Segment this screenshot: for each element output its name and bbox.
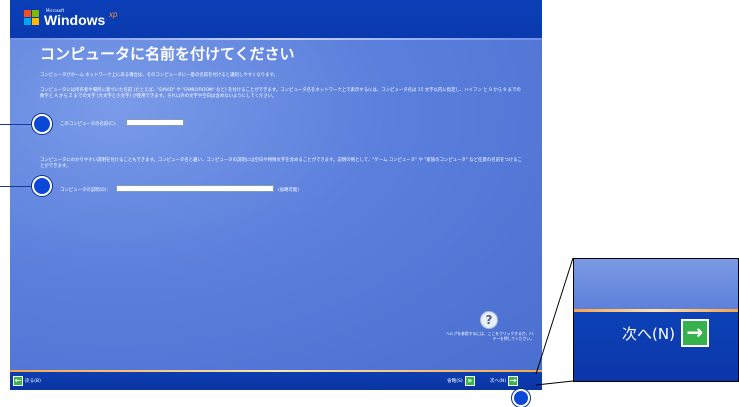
next-arrow-icon: → [508, 376, 519, 386]
description-info-text: コンピュータにわかりやすい説明を付けることもできます。コンピュータ名と違い、コン… [40, 158, 522, 169]
back-label: 戻る(B) [25, 379, 41, 384]
callout-marker-next [512, 389, 530, 407]
xp-label: xp [109, 10, 118, 19]
optional-label: (省略可能) [278, 188, 299, 193]
zoom-next-button[interactable]: 次へ(N) → [622, 319, 709, 347]
computer-description-input[interactable] [116, 185, 274, 192]
naming-rules-text: コンピュータには所有者や場所に基づいた名前 (たとえば、"DAVID" や "F… [40, 88, 521, 99]
zoom-content-area [574, 259, 738, 309]
top-bar: Microsoft Windows xp [10, 0, 542, 40]
zoom-next-arrow-icon: → [680, 319, 709, 347]
computer-name-label: このコンピュータの名前(C): [60, 122, 117, 127]
zoom-next-label: 次へ(N) [622, 324, 675, 343]
help-icon[interactable]: ? [480, 311, 498, 329]
bottom-bar: ← 戻る(B) 省略(S) » 次へ(N) → [10, 370, 542, 390]
zoom-inset: 次へ(N) → [573, 258, 739, 382]
computer-name-input[interactable] [126, 119, 184, 126]
main-content: コンピュータに名前を付けてください コンピュータがホーム ネットワーク上にある場… [10, 40, 542, 370]
skip-button[interactable]: 省略(S) » [447, 376, 475, 386]
callout-marker-name-field [32, 114, 52, 134]
callout-marker-description-field [32, 176, 52, 196]
zoom-divider [574, 309, 738, 312]
callout-line-description [0, 186, 34, 187]
computer-description-label: コンピュータの説明(D): [60, 188, 108, 193]
next-label: 次へ(N) [490, 379, 507, 384]
back-arrow-icon: ← [13, 376, 23, 386]
next-button[interactable]: 次へ(N) → [490, 376, 519, 386]
windows-label: Windows [44, 12, 106, 28]
bottom-divider [10, 370, 542, 372]
skip-label: 省略(S) [447, 379, 463, 384]
intro-text: コンピュータがホーム ネットワーク上にある場合は、そのコンピュータに一意の名前を… [40, 73, 278, 78]
callout-line-name [0, 124, 34, 125]
help-text[interactable]: ヘルプを参照するには、ここをクリックするか、F1 キーを押してください。 [442, 331, 534, 341]
oobe-window: Microsoft Windows xp コンピュータに名前を付けてください コ… [10, 0, 542, 390]
windows-flag-icon [24, 10, 40, 26]
page-title: コンピュータに名前を付けてください [40, 45, 295, 63]
back-button[interactable]: ← 戻る(B) [13, 376, 41, 386]
skip-arrow-icon: » [464, 376, 475, 386]
